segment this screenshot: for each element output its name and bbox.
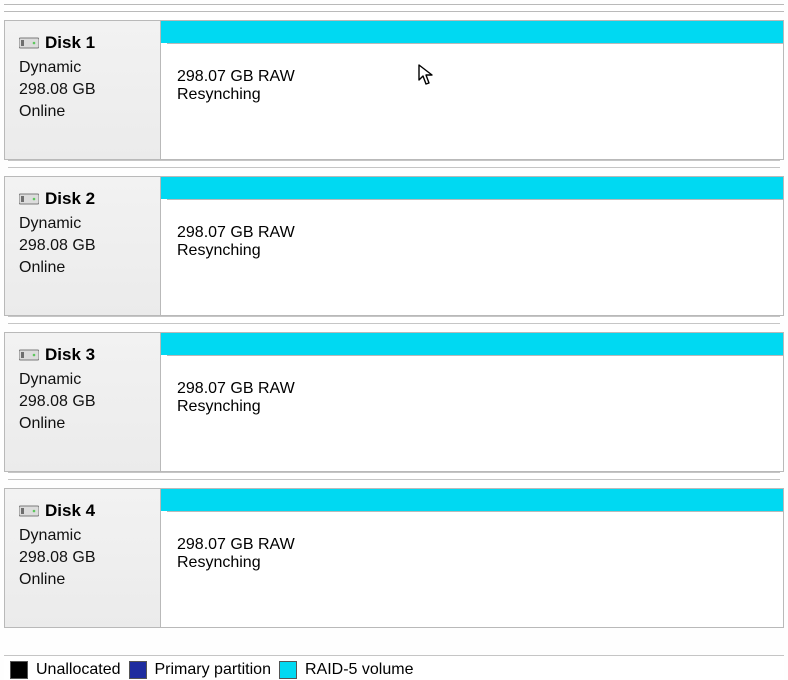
legend-label-raid5: RAID-5 volume: [305, 661, 413, 679]
row-separator: [8, 160, 780, 168]
disk-status: Online: [19, 413, 150, 435]
volume-status: Resynching: [177, 398, 783, 416]
disk-row[interactable]: Disk 4 Dynamic 298.08 GB Online 298.07 G…: [4, 488, 784, 628]
volume-header-bar: [161, 333, 783, 355]
disk-row[interactable]: Disk 2 Dynamic 298.08 GB Online 298.07 G…: [4, 176, 784, 316]
disk-type: Dynamic: [19, 525, 150, 547]
disk-size: 298.08 GB: [19, 391, 150, 413]
swatch-raid5: [279, 661, 297, 679]
disk-status: Online: [19, 101, 150, 123]
disk-type: Dynamic: [19, 369, 150, 391]
disk-type: Dynamic: [19, 213, 150, 235]
disk-icon: [19, 192, 39, 206]
disk-status: Online: [19, 569, 150, 591]
volume-pane[interactable]: 298.07 GB RAW Resynching: [161, 177, 783, 315]
disk-icon: [19, 36, 39, 50]
volume-status: Resynching: [177, 554, 783, 572]
volume-size: 298.07 GB RAW: [177, 536, 783, 554]
volume-body[interactable]: 298.07 GB RAW Resynching: [167, 511, 783, 627]
volume-size: 298.07 GB RAW: [177, 224, 783, 242]
disk-row[interactable]: Disk 3 Dynamic 298.08 GB Online 298.07 G…: [4, 332, 784, 472]
volume-body[interactable]: 298.07 GB RAW Resynching: [167, 43, 783, 159]
disk-management-panel: Disk 1 Dynamic 298.08 GB Online 298.07 G…: [0, 4, 788, 680]
disk-icon: [19, 504, 39, 518]
disk-name: Disk 4: [45, 501, 95, 521]
disk-row[interactable]: Disk 1 Dynamic 298.08 GB Online 298.07 G…: [4, 20, 784, 160]
legend-label-unallocated: Unallocated: [36, 661, 121, 679]
row-separator: [8, 316, 780, 324]
volume-size: 298.07 GB RAW: [177, 380, 783, 398]
volume-pane[interactable]: 298.07 GB RAW Resynching: [161, 333, 783, 471]
volume-header-bar: [161, 177, 783, 199]
volume-header-bar: [161, 21, 783, 43]
swatch-primary: [129, 661, 147, 679]
disk-name: Disk 1: [45, 33, 95, 53]
volume-status: Resynching: [177, 242, 783, 260]
disk-info-pane[interactable]: Disk 3 Dynamic 298.08 GB Online: [5, 333, 161, 471]
disk-size: 298.08 GB: [19, 79, 150, 101]
legend-bar: Unallocated Primary partition RAID-5 vol…: [4, 655, 784, 680]
disk-name: Disk 3: [45, 345, 95, 365]
disk-list: Disk 1 Dynamic 298.08 GB Online 298.07 G…: [4, 20, 784, 628]
volume-size: 298.07 GB RAW: [177, 68, 783, 86]
swatch-unallocated: [10, 661, 28, 679]
volume-header-bar: [161, 489, 783, 511]
legend-label-primary: Primary partition: [155, 661, 271, 679]
volume-body[interactable]: 298.07 GB RAW Resynching: [167, 199, 783, 315]
row-separator: [8, 472, 780, 480]
volume-pane[interactable]: 298.07 GB RAW Resynching: [161, 21, 783, 159]
disk-icon: [19, 348, 39, 362]
volume-status: Resynching: [177, 86, 783, 104]
volume-pane[interactable]: 298.07 GB RAW Resynching: [161, 489, 783, 627]
disk-name: Disk 2: [45, 189, 95, 209]
disk-info-pane[interactable]: Disk 4 Dynamic 298.08 GB Online: [5, 489, 161, 627]
pane-separator-top: [4, 4, 784, 12]
disk-size: 298.08 GB: [19, 547, 150, 569]
disk-info-pane[interactable]: Disk 2 Dynamic 298.08 GB Online: [5, 177, 161, 315]
volume-body[interactable]: 298.07 GB RAW Resynching: [167, 355, 783, 471]
disk-type: Dynamic: [19, 57, 150, 79]
disk-size: 298.08 GB: [19, 235, 150, 257]
disk-status: Online: [19, 257, 150, 279]
disk-info-pane[interactable]: Disk 1 Dynamic 298.08 GB Online: [5, 21, 161, 159]
